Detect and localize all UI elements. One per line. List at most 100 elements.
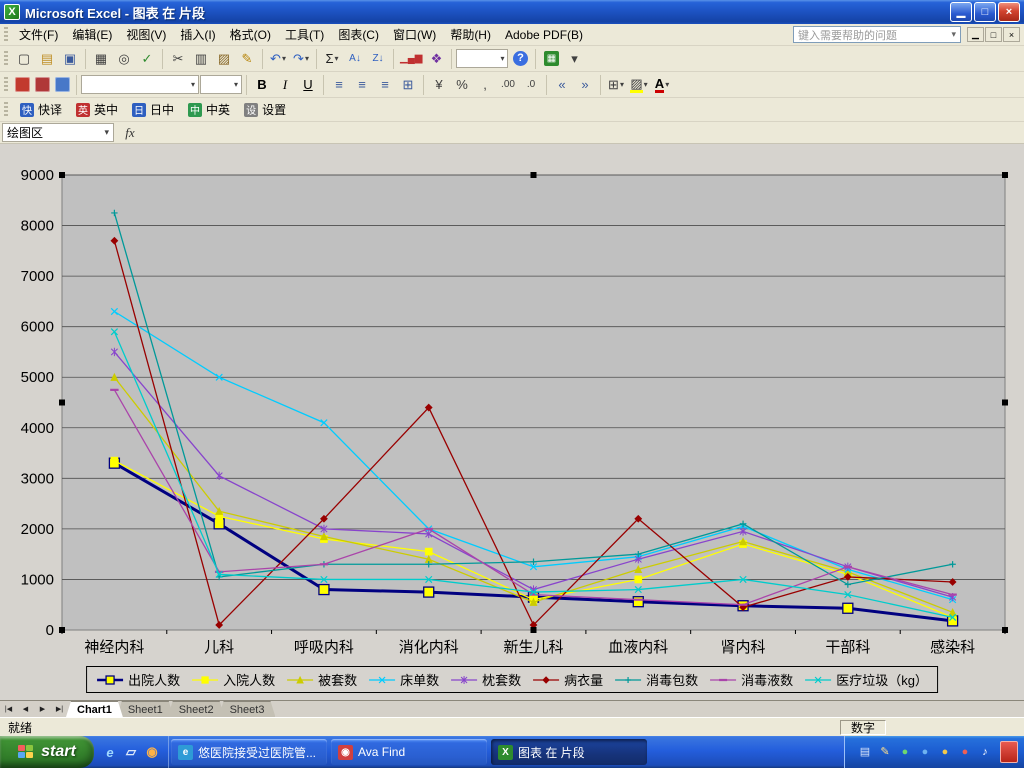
legend-item-6[interactable]: 消毒包数: [614, 670, 698, 689]
menu-item-5[interactable]: 工具(T): [278, 23, 331, 46]
align-right-button[interactable]: ≡: [374, 74, 396, 96]
minimize-button[interactable]: ▁: [950, 2, 972, 22]
print-preview-icon[interactable]: ◎: [113, 48, 135, 70]
menu-item-7[interactable]: 窗口(W): [386, 23, 443, 46]
selection-handle[interactable]: [1002, 627, 1008, 633]
translation-item-2[interactable]: 日日中: [125, 100, 181, 120]
start-button[interactable]: start: [0, 736, 94, 768]
workbook-close-button[interactable]: ×: [1003, 27, 1020, 42]
ime-keyboard-icon[interactable]: ▤: [857, 744, 873, 760]
print-icon[interactable]: ▦: [90, 48, 112, 70]
task-button-0[interactable]: e悠医院接受过医院管...: [171, 739, 327, 765]
merge-center-button[interactable]: ⊞: [397, 74, 419, 96]
legend-item-2[interactable]: 被套数: [286, 670, 357, 689]
currency-button[interactable]: ¥: [428, 74, 450, 96]
sheet-tab-sheet3[interactable]: Sheet3: [219, 701, 276, 717]
insert-function-button[interactable]: fx: [117, 125, 143, 141]
legend-item-7[interactable]: 消毒液数: [709, 670, 793, 689]
translation-toolbar-grip[interactable]: [4, 102, 8, 118]
align-center-button[interactable]: ≡: [351, 74, 373, 96]
translation-item-4[interactable]: 设设置: [237, 100, 293, 120]
name-box[interactable]: 绘图区 ▾: [2, 123, 114, 142]
decrease-indent-button[interactable]: «: [551, 74, 573, 96]
font-color-button[interactable]: A▾: [651, 74, 673, 96]
pdf-email-icon[interactable]: [35, 77, 50, 92]
media-player-icon[interactable]: ◉: [143, 743, 161, 761]
formula-input[interactable]: [146, 123, 1022, 142]
align-left-button[interactable]: ≡: [328, 74, 350, 96]
sort-ascending-icon[interactable]: A↓: [344, 48, 366, 70]
translation-item-1[interactable]: 英英中: [69, 100, 125, 120]
selection-handle[interactable]: [531, 627, 537, 633]
selection-handle[interactable]: [59, 172, 65, 178]
volume-icon[interactable]: ♪: [977, 744, 993, 760]
restore-button[interactable]: □: [974, 2, 996, 22]
chart-legend[interactable]: 出院人数入院人数被套数床单数枕套数病衣量消毒包数消毒液数医疗垃圾（kg）: [86, 666, 938, 693]
menu-item-3[interactable]: 插入(I): [173, 23, 222, 46]
alert-icon[interactable]: ●: [957, 744, 973, 760]
messenger-icon[interactable]: ●: [917, 744, 933, 760]
open-icon[interactable]: ▤: [36, 48, 58, 70]
redo-icon[interactable]: ↷▾: [290, 48, 312, 70]
internet-explorer-icon[interactable]: e: [101, 743, 119, 761]
tab-scroll-button-1[interactable]: ◀: [17, 701, 34, 717]
increase-indent-button[interactable]: »: [574, 74, 596, 96]
translation-item-3[interactable]: 中中英: [181, 100, 237, 120]
selection-handle[interactable]: [1002, 400, 1008, 406]
tab-scroll-button-3[interactable]: ▶|: [51, 701, 68, 717]
menu-item-0[interactable]: 文件(F): [12, 23, 65, 46]
new-document-icon[interactable]: ▢: [13, 48, 35, 70]
selection-handle[interactable]: [1002, 172, 1008, 178]
sheet-tab-chart1[interactable]: Chart1: [66, 701, 123, 717]
legend-item-1[interactable]: 入院人数: [191, 670, 275, 689]
bold-button[interactable]: B: [251, 74, 273, 96]
save-icon[interactable]: ▣: [59, 48, 81, 70]
copy-icon[interactable]: ▥: [190, 48, 212, 70]
kingsoft-addin-icon[interactable]: ▦: [540, 48, 562, 70]
spelling-icon[interactable]: ✓: [136, 48, 158, 70]
legend-item-0[interactable]: 出院人数: [96, 670, 180, 689]
paste-icon[interactable]: ▨: [213, 48, 235, 70]
font-name-select[interactable]: ▾: [81, 75, 199, 94]
pen-input-icon[interactable]: ✎: [877, 744, 893, 760]
translation-item-0[interactable]: 快快译: [13, 100, 69, 120]
legend-item-5[interactable]: 病衣量: [532, 670, 603, 689]
pdf-create-icon[interactable]: [15, 77, 30, 92]
menu-grip[interactable]: [4, 27, 8, 43]
help-icon[interactable]: ?: [509, 48, 531, 70]
tab-scroll-button-2[interactable]: ▶: [34, 701, 51, 717]
task-button-2[interactable]: X图表 在 片段: [491, 739, 647, 765]
legend-item-8[interactable]: 医疗垃圾（kg）: [804, 670, 928, 689]
menu-item-9[interactable]: Adobe PDF(B): [498, 25, 590, 45]
pdf-comments-icon[interactable]: [55, 77, 70, 92]
input-method-icon[interactable]: [1000, 741, 1018, 763]
font-size-select[interactable]: ▾: [200, 75, 242, 94]
toolbar-options-icon[interactable]: ▾: [563, 48, 585, 70]
undo-icon[interactable]: ↶▾: [267, 48, 289, 70]
selection-handle[interactable]: [59, 627, 65, 633]
menu-item-6[interactable]: 图表(C): [331, 23, 386, 46]
borders-button[interactable]: ⊞▾: [605, 74, 627, 96]
chart-plot[interactable]: 0100020003000400050006000700080009000神经内…: [0, 144, 1024, 700]
update-icon[interactable]: ●: [937, 744, 953, 760]
selection-handle[interactable]: [59, 400, 65, 406]
tab-scroll-button-0[interactable]: |◀: [0, 701, 17, 717]
legend-item-4[interactable]: 枕套数: [450, 670, 521, 689]
menu-item-2[interactable]: 视图(V): [119, 23, 173, 46]
cut-icon[interactable]: ✂: [167, 48, 189, 70]
autosum-icon[interactable]: Σ▾: [321, 48, 343, 70]
format-painter-icon[interactable]: ✎: [236, 48, 258, 70]
legend-item-3[interactable]: 床单数: [368, 670, 439, 689]
show-desktop-icon[interactable]: ▱: [122, 743, 140, 761]
antivirus-icon[interactable]: ●: [897, 744, 913, 760]
selection-handle[interactable]: [531, 172, 537, 178]
chart-wizard-icon[interactable]: ▁▄▆: [398, 48, 424, 70]
name-box-chevron-icon[interactable]: ▾: [104, 127, 109, 138]
formatting-toolbar-grip[interactable]: [4, 77, 8, 93]
sort-descending-icon[interactable]: Z↓: [367, 48, 389, 70]
help-question-box[interactable]: 键入需要帮助的问题 ▾: [793, 26, 961, 43]
percent-style-button[interactable]: %: [451, 74, 473, 96]
sheet-tab-sheet2[interactable]: Sheet2: [168, 701, 225, 717]
zoom-select[interactable]: ▾: [456, 49, 508, 68]
underline-button[interactable]: U: [297, 74, 319, 96]
